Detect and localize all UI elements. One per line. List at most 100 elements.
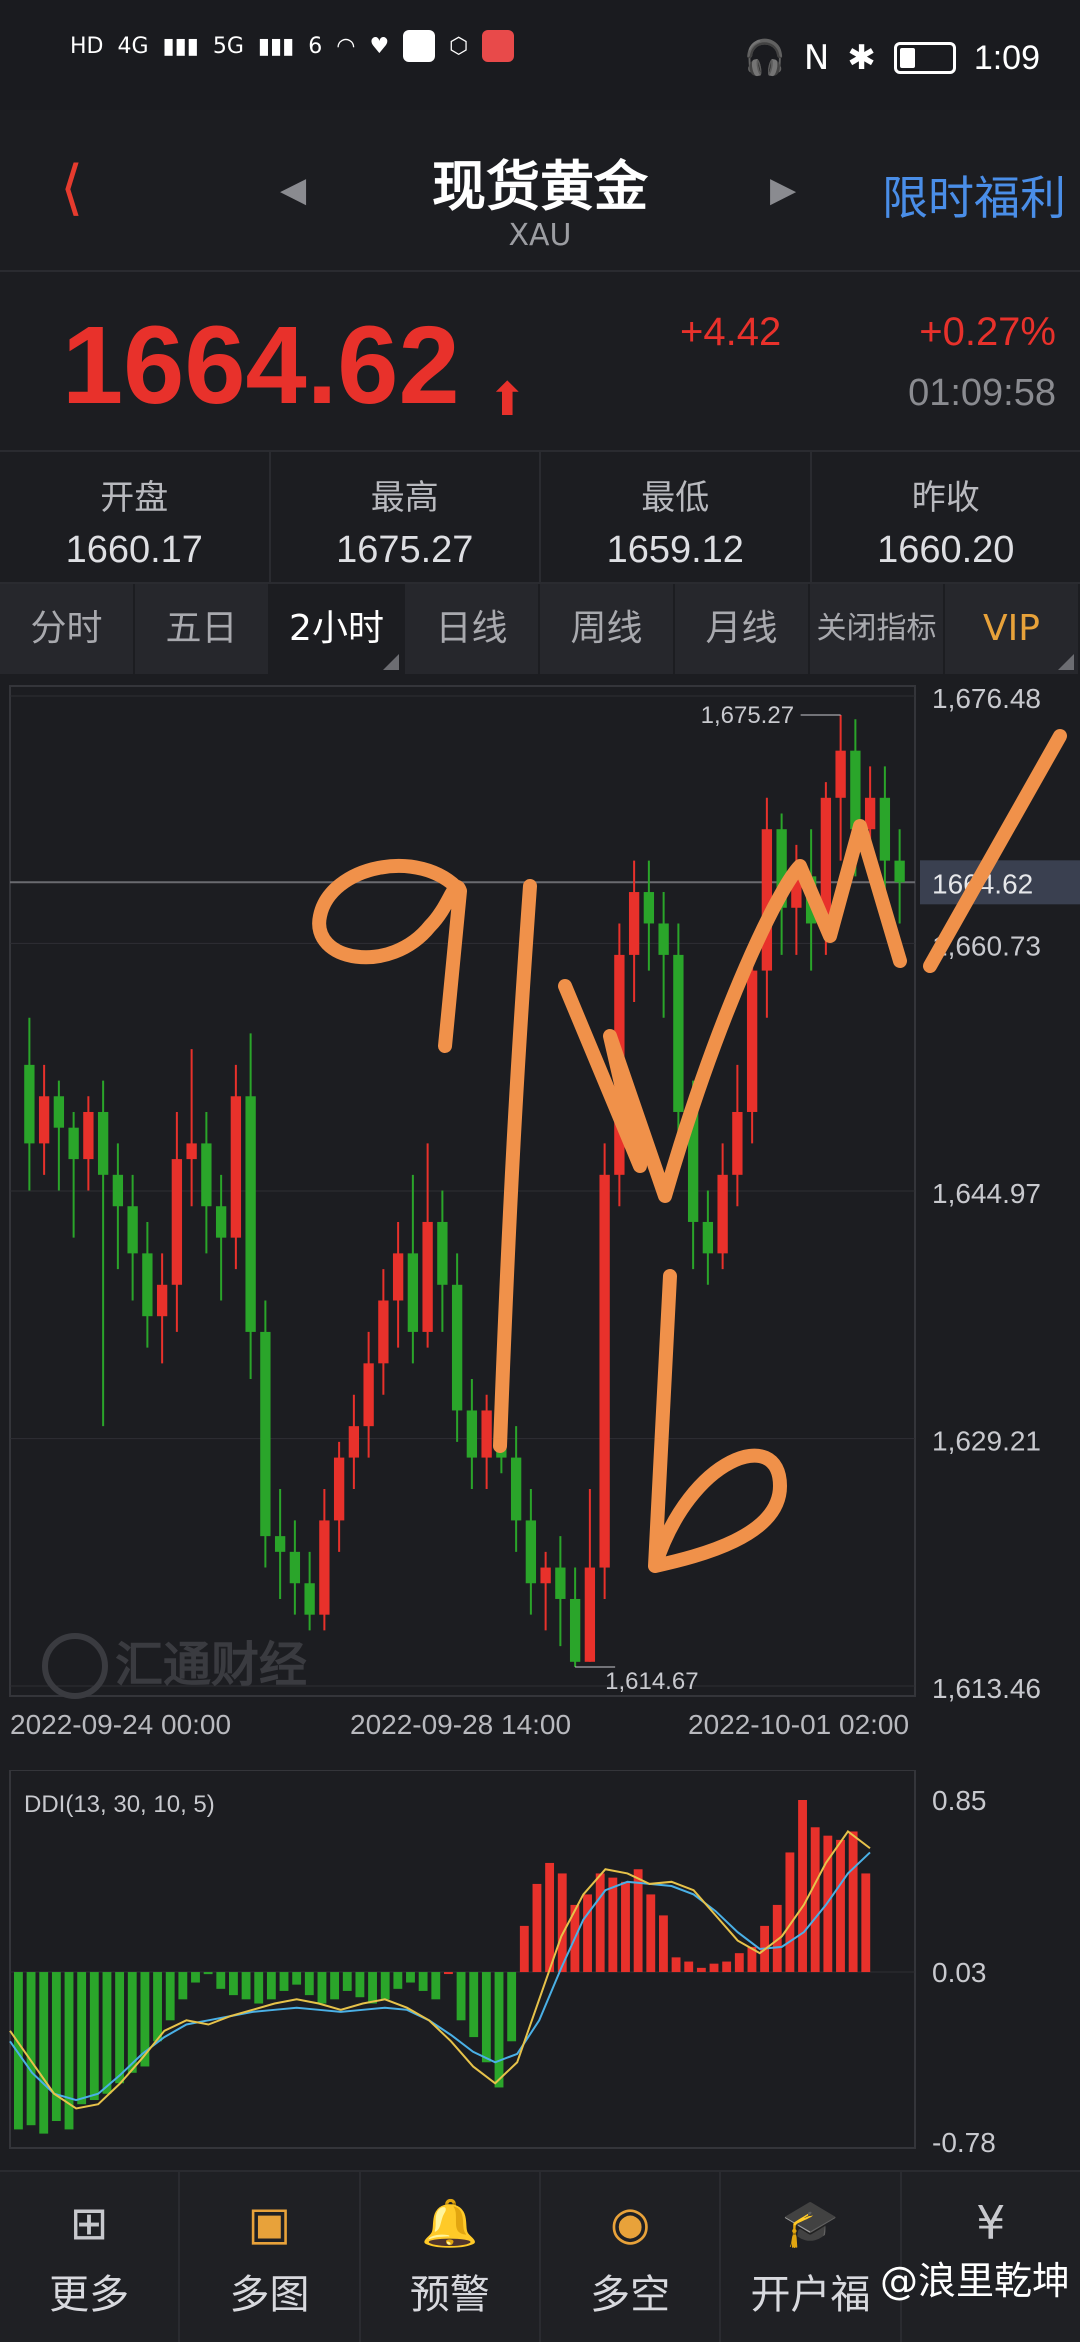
battery-icon xyxy=(894,42,956,74)
indicator-bar xyxy=(785,1852,794,1972)
nav-multi-chart[interactable]: ▣ 多图 xyxy=(180,2172,360,2342)
current-price: 1664.62 xyxy=(62,302,460,429)
4g-label: 4G xyxy=(117,34,148,59)
stat-prev-close: 昨收 1660.20 xyxy=(812,452,1080,582)
indicator-bar xyxy=(507,1972,516,2041)
handwritten-letter-a xyxy=(319,866,460,1046)
indicator-bar xyxy=(178,1972,187,1999)
indicator-bar xyxy=(393,1972,402,1989)
indicator-bar xyxy=(431,1972,440,1999)
indicator-bar xyxy=(343,1972,352,1991)
indicator-bar xyxy=(292,1972,301,1985)
wifi-icon: ◠ xyxy=(336,34,355,59)
indicator-bar xyxy=(836,1840,845,1972)
candle-body xyxy=(98,1112,108,1175)
indicator-bar xyxy=(482,1972,491,2062)
stat-value: 1675.27 xyxy=(271,529,540,572)
candle-body xyxy=(54,1096,64,1127)
tab-five-day[interactable]: 五日 xyxy=(135,584,270,674)
candlestick-chart[interactable]: 1,676.481,660.731,644.971,629.211,613.46… xyxy=(0,676,1080,1766)
candle-body xyxy=(319,1520,329,1614)
indicator-bar xyxy=(457,1972,466,2020)
next-instrument-icon[interactable]: ▶ xyxy=(770,170,796,210)
chart-watermark: 汇通财经 xyxy=(115,1637,307,1693)
candle-body xyxy=(186,1143,196,1159)
change-percent: +0.27% xyxy=(919,310,1056,355)
indicator-bar xyxy=(710,1964,719,1972)
indicator-bar xyxy=(103,1972,112,2094)
indicator-title: DDI(13, 30, 10, 5) xyxy=(24,1791,215,1818)
header: ⟨ ◀ 现货黄金 XAU ▶ 限时福利 xyxy=(0,110,1080,272)
candle-body xyxy=(894,861,904,883)
tab-2-hour[interactable]: 2小时 xyxy=(270,584,405,674)
candle-body xyxy=(83,1112,93,1159)
app-badge-icon: ⬡ xyxy=(449,34,468,59)
candle-body xyxy=(216,1206,226,1237)
candle-body xyxy=(585,1568,595,1662)
quote-panel: 1664.62 ⬆ +4.42 +0.27% 01:09:58 xyxy=(0,272,1080,452)
candle-body xyxy=(127,1206,137,1253)
account-gift-icon: 🎓 xyxy=(721,2196,899,2254)
candle-body xyxy=(393,1253,403,1300)
stat-value: 1660.17 xyxy=(0,529,269,572)
tab-weekly[interactable]: 周线 xyxy=(540,584,675,674)
indicator-bar xyxy=(659,1915,668,1972)
status-bar: HD 4G ▮▮▮ 5G ▮▮▮ 6 ◠ ♥ ⬡ 🎧 N ✱ 1:09 xyxy=(0,0,1080,110)
indicator-bar xyxy=(153,1972,162,2041)
indicator-bar xyxy=(318,1972,327,2003)
stat-high: 最高 1675.27 xyxy=(271,452,542,582)
indicator-bar xyxy=(229,1972,238,1995)
dropdown-corner-icon xyxy=(383,654,399,670)
promo-link[interactable]: 限时福利 xyxy=(882,162,1066,228)
candle-body xyxy=(68,1128,78,1159)
indicator-bar xyxy=(861,1873,870,1972)
stat-label: 最低 xyxy=(541,470,810,519)
indicator-bar xyxy=(128,1972,137,2073)
nav-label: 多空 xyxy=(541,2262,719,2320)
nav-more[interactable]: ⊞ 更多 xyxy=(0,2172,180,2342)
tab-intraday[interactable]: 分时 xyxy=(0,584,135,674)
candle-body xyxy=(673,955,683,1112)
tab-close-indicator[interactable]: 关闭指标 xyxy=(810,584,945,674)
quote-time: 01:09:58 xyxy=(908,372,1056,415)
tab-label: 2小时 xyxy=(289,608,384,649)
indicator-bar xyxy=(204,1972,213,1974)
headphone-icon: 🎧 xyxy=(744,38,786,78)
candle-body xyxy=(747,971,757,1112)
candle-body xyxy=(850,751,860,830)
candle-body xyxy=(452,1285,462,1411)
ddi-indicator-chart[interactable]: DDI(13, 30, 10, 5)0.850.03-0.78 xyxy=(0,1770,1080,2170)
indicator-bar xyxy=(419,1972,428,1991)
nav-label: 开户福 xyxy=(721,2262,899,2320)
high-annotation: 1,675.27 xyxy=(701,702,794,729)
nav-long-short[interactable]: ◉ 多空 xyxy=(541,2172,721,2342)
candle-body xyxy=(526,1520,536,1583)
candle-body xyxy=(437,1222,447,1285)
candle-body xyxy=(349,1426,359,1457)
tab-label: VIP xyxy=(983,608,1040,649)
candle-body xyxy=(408,1253,418,1332)
indicator-bar xyxy=(545,1863,554,1972)
tab-vip[interactable]: VIP xyxy=(945,584,1080,674)
nav-open-account[interactable]: 🎓 开户福 xyxy=(721,2172,901,2342)
tab-daily[interactable]: 日线 xyxy=(405,584,540,674)
nfc-icon: N xyxy=(804,38,829,78)
candle-body xyxy=(481,1410,491,1457)
nav-alert[interactable]: 🔔 预警 xyxy=(361,2172,541,2342)
indicator-bar xyxy=(672,1957,681,1972)
candle-body xyxy=(599,1175,609,1568)
nav-label: 多图 xyxy=(180,2262,358,2320)
candle-body xyxy=(732,1112,742,1175)
up-arrow-icon: ⬆ xyxy=(488,372,527,426)
indicator-tick-label: 0.85 xyxy=(932,1785,987,1816)
indicator-bar xyxy=(166,1972,175,2020)
indicator-bar xyxy=(330,1972,339,1999)
indicator-bar xyxy=(495,1972,504,2087)
candle-body xyxy=(880,798,890,861)
nav-label: 预警 xyxy=(361,2262,539,2320)
footer-watermark: @浪里乾坤 xyxy=(880,2250,1070,2305)
candle-body xyxy=(570,1599,580,1662)
candle-body xyxy=(201,1143,211,1206)
indicator-bar xyxy=(406,1972,415,1982)
tab-monthly[interactable]: 月线 xyxy=(675,584,810,674)
